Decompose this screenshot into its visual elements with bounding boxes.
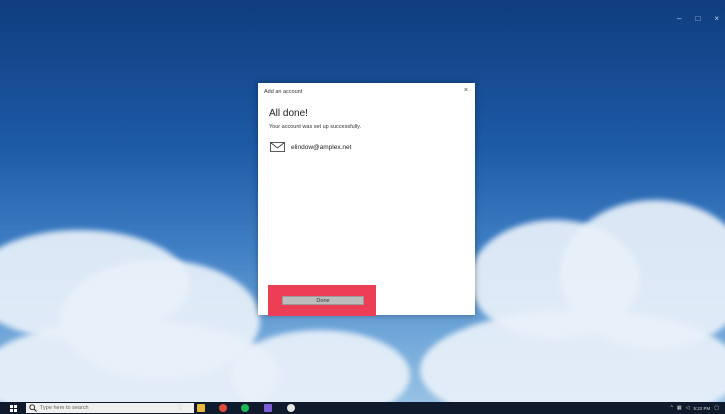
taskbar-search[interactable] [26, 403, 194, 413]
unity-icon[interactable] [287, 404, 295, 412]
maximize-button[interactable]: □ [695, 14, 700, 23]
done-button[interactable]: Done [282, 296, 364, 305]
network-icon[interactable]: ▦ [677, 405, 682, 411]
system-tray: ^ ▦ ◁ 5:22 PM ▢ [671, 402, 719, 414]
dialog-subheading: Your account was set up successfully. [269, 124, 362, 130]
action-center-icon[interactable]: ▢ [714, 405, 719, 411]
window-controls: – □ × [677, 14, 719, 23]
clock-time: 5:22 PM [693, 405, 711, 411]
search-input[interactable] [37, 403, 180, 413]
minimize-button[interactable]: – [677, 14, 681, 23]
taskbar: 🎙 ^ ▦ ◁ 5:22 PM ▢ [0, 402, 725, 414]
close-window-button[interactable]: × [714, 14, 719, 23]
clock[interactable]: 5:22 PM [694, 406, 711, 411]
dialog-title: Add an account [264, 89, 303, 95]
add-account-dialog: Add an account × All done! Your account … [258, 83, 475, 315]
chevron-up-icon[interactable]: ^ [671, 405, 673, 411]
dialog-close-button[interactable]: × [464, 87, 468, 94]
mail-icon [270, 142, 285, 152]
spotify-icon[interactable] [241, 404, 249, 412]
cloud [420, 310, 725, 414]
account-row: elindow@amplex.net [270, 142, 351, 152]
search-icon [29, 404, 37, 412]
visual-studio-icon[interactable] [264, 404, 272, 412]
microphone-icon[interactable]: 🎙 [176, 404, 716, 411]
chrome-icon[interactable] [219, 404, 227, 412]
file-explorer-icon[interactable] [197, 404, 205, 412]
volume-icon[interactable]: ◁ [686, 405, 690, 411]
dialog-heading: All done! [269, 108, 308, 119]
windows-start-icon[interactable] [6, 402, 20, 414]
account-email: elindow@amplex.net [291, 143, 352, 151]
